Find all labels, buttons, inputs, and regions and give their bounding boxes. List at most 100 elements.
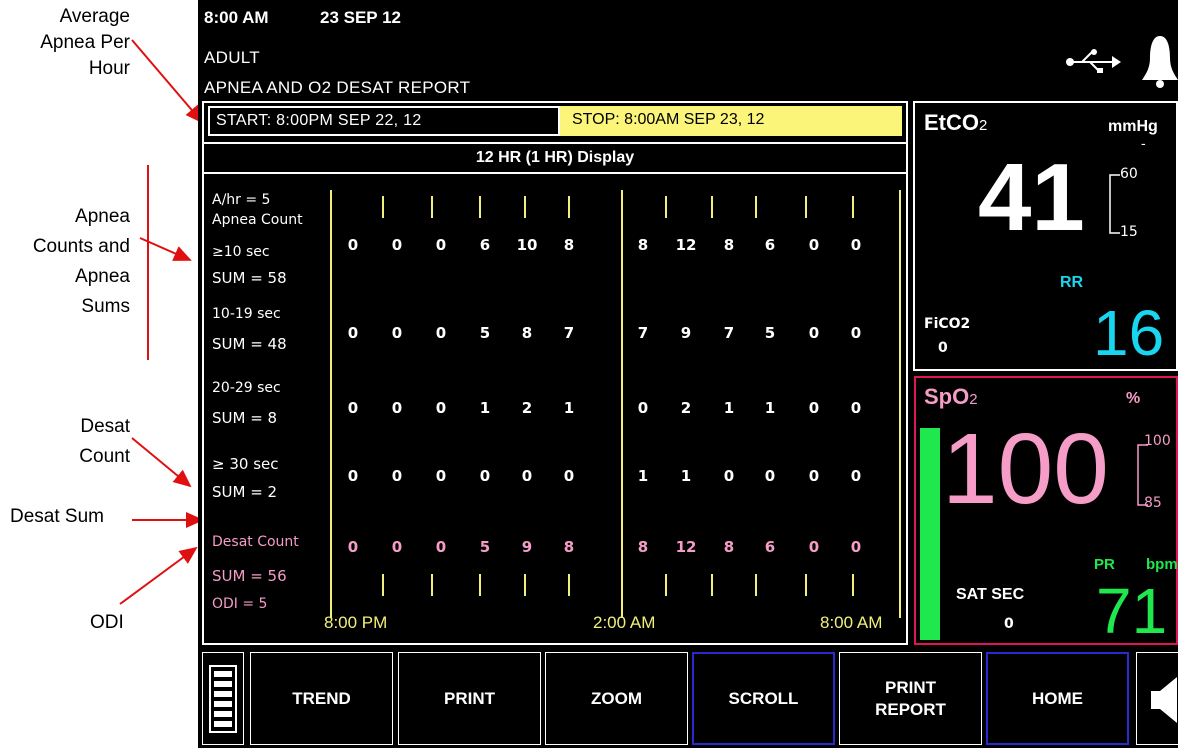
apnea-count-cell: 10 bbox=[516, 236, 538, 254]
apnea-count-cell: 6 bbox=[764, 236, 776, 254]
tick-top bbox=[568, 196, 570, 218]
apnea-count-cell: 0 bbox=[521, 467, 533, 485]
apnea-count-cell: 2 bbox=[680, 399, 692, 417]
row-label: ≥10 sec bbox=[212, 244, 270, 260]
spo2-bar bbox=[920, 428, 940, 640]
desat-count-cell: 5 bbox=[479, 538, 491, 556]
scroll-button[interactable]: SCROLL bbox=[692, 652, 835, 745]
time-start: 8:00 PM bbox=[324, 613, 388, 632]
print-button[interactable]: PRINT bbox=[398, 652, 541, 745]
rr-value: 16 bbox=[1093, 297, 1165, 369]
apnea-count-cell: 7 bbox=[637, 324, 649, 342]
tick-top bbox=[524, 196, 526, 218]
spo2-low: 85 bbox=[1144, 495, 1162, 511]
spo2-unit: % bbox=[1126, 390, 1141, 407]
print-report-line1: PRINT bbox=[885, 677, 936, 697]
desat-count-cell: 8 bbox=[563, 538, 575, 556]
pr-label: PR bbox=[1094, 556, 1115, 573]
apnea-count-cell: 1 bbox=[680, 467, 692, 485]
row-label: ≥ 30 sec bbox=[212, 455, 279, 473]
sat-sec-value: 0 bbox=[1004, 616, 1014, 632]
apnea-count-cell: 1 bbox=[637, 467, 649, 485]
apnea-count-cell: 0 bbox=[435, 324, 447, 342]
home-button[interactable]: HOME bbox=[986, 652, 1129, 745]
apnea-count-cell: 0 bbox=[850, 399, 862, 417]
sat-sec-label: SAT SEC bbox=[956, 586, 1025, 603]
apnea-count-cell: 0 bbox=[563, 467, 575, 485]
print-report-line2: REPORT bbox=[875, 699, 946, 719]
tick-bottom bbox=[382, 574, 384, 596]
desat-sum: SUM = 56 bbox=[212, 567, 287, 585]
apnea-count-cell: 8 bbox=[723, 236, 735, 254]
status-date: 23 SEP 12 bbox=[320, 8, 401, 27]
apnea-count-cell: 0 bbox=[808, 467, 820, 485]
apnea-count-cell: 0 bbox=[808, 399, 820, 417]
tick-bottom bbox=[568, 574, 570, 596]
annotation-arrows bbox=[119, 39, 204, 605]
apnea-count-cell: 8 bbox=[521, 324, 533, 342]
apnea-count-cell: 7 bbox=[723, 324, 735, 342]
odi-value: ODI = 5 bbox=[212, 596, 268, 612]
pr-unit: bpm bbox=[1146, 556, 1178, 573]
etco2-label: EtCO2 bbox=[924, 110, 987, 136]
speaker-icon bbox=[1151, 677, 1177, 723]
tick-bottom bbox=[665, 574, 667, 596]
desat-count-cell: 8 bbox=[637, 538, 649, 556]
axis-line-mid bbox=[621, 190, 623, 618]
desat-count-cell: 6 bbox=[764, 538, 776, 556]
apnea-per-hour: A/hr = 5 bbox=[212, 192, 271, 208]
speaker-button[interactable] bbox=[1136, 652, 1178, 745]
stop-box: STOP: 8:00AM SEP 23, 12 bbox=[560, 106, 902, 136]
apnea-count-cell: 1 bbox=[563, 399, 575, 417]
tick-bottom bbox=[479, 574, 481, 596]
tick-top bbox=[665, 196, 667, 218]
apnea-count-cell: 0 bbox=[850, 324, 862, 342]
etco2-label-text: EtCO bbox=[924, 110, 979, 135]
time-mid: 2:00 AM bbox=[593, 613, 656, 632]
zoom-button[interactable]: ZOOM bbox=[545, 652, 688, 745]
etco2-dash: - bbox=[1141, 135, 1146, 151]
apnea-count-cell: 0 bbox=[391, 236, 403, 254]
apnea-count-cell: 0 bbox=[764, 467, 776, 485]
trend-button[interactable]: TREND bbox=[250, 652, 393, 745]
desat-count-cell: 0 bbox=[808, 538, 820, 556]
desat-count-cell: 8 bbox=[723, 538, 735, 556]
apnea-count-cell: 5 bbox=[479, 324, 491, 342]
etco2-range-bracket bbox=[1109, 174, 1120, 234]
desat-count-cell: 0 bbox=[391, 538, 403, 556]
start-text: START: 8:00PM SEP 22, 12 bbox=[216, 112, 422, 129]
spo2-label-sub: 2 bbox=[969, 391, 978, 408]
battery-icon bbox=[209, 665, 237, 733]
desat-count-cell: 0 bbox=[435, 538, 447, 556]
apnea-count-cell: 9 bbox=[680, 324, 692, 342]
fico2-value: 0 bbox=[938, 340, 948, 356]
axis-line-start bbox=[330, 190, 332, 618]
print-report-button[interactable]: PRINT REPORT bbox=[839, 652, 982, 745]
apnea-count-cell: 8 bbox=[563, 236, 575, 254]
apnea-count-cell: 12 bbox=[675, 236, 697, 254]
desat-count-label: Desat Count bbox=[212, 534, 299, 550]
tick-top bbox=[711, 196, 713, 218]
tick-bottom bbox=[852, 574, 854, 596]
apnea-count-cell: 6 bbox=[479, 236, 491, 254]
apnea-count-cell: 0 bbox=[347, 236, 359, 254]
tick-top bbox=[852, 196, 854, 218]
desat-count-cell: 0 bbox=[850, 538, 862, 556]
tick-bottom bbox=[431, 574, 433, 596]
time-end: 8:00 AM bbox=[820, 613, 883, 632]
apnea-count-cell: 0 bbox=[850, 236, 862, 254]
row-label: 10-19 sec bbox=[212, 306, 281, 322]
tick-bottom bbox=[805, 574, 807, 596]
apnea-count-cell: 5 bbox=[764, 324, 776, 342]
bell-icon bbox=[1142, 36, 1178, 88]
pr-value: 71 bbox=[1096, 575, 1168, 647]
etco2-unit: mmHg bbox=[1108, 118, 1158, 135]
desat-count-cell: 12 bbox=[675, 538, 697, 556]
apnea-count-cell: 0 bbox=[435, 399, 447, 417]
apnea-count-cell: 0 bbox=[435, 467, 447, 485]
etco2-low: 15 bbox=[1120, 224, 1138, 240]
spo2-label-text: SpO bbox=[924, 384, 970, 409]
spo2-value: 100 bbox=[942, 413, 1109, 525]
battery-area bbox=[202, 652, 244, 745]
start-box: START: 8:00PM SEP 22, 12 bbox=[208, 106, 560, 136]
